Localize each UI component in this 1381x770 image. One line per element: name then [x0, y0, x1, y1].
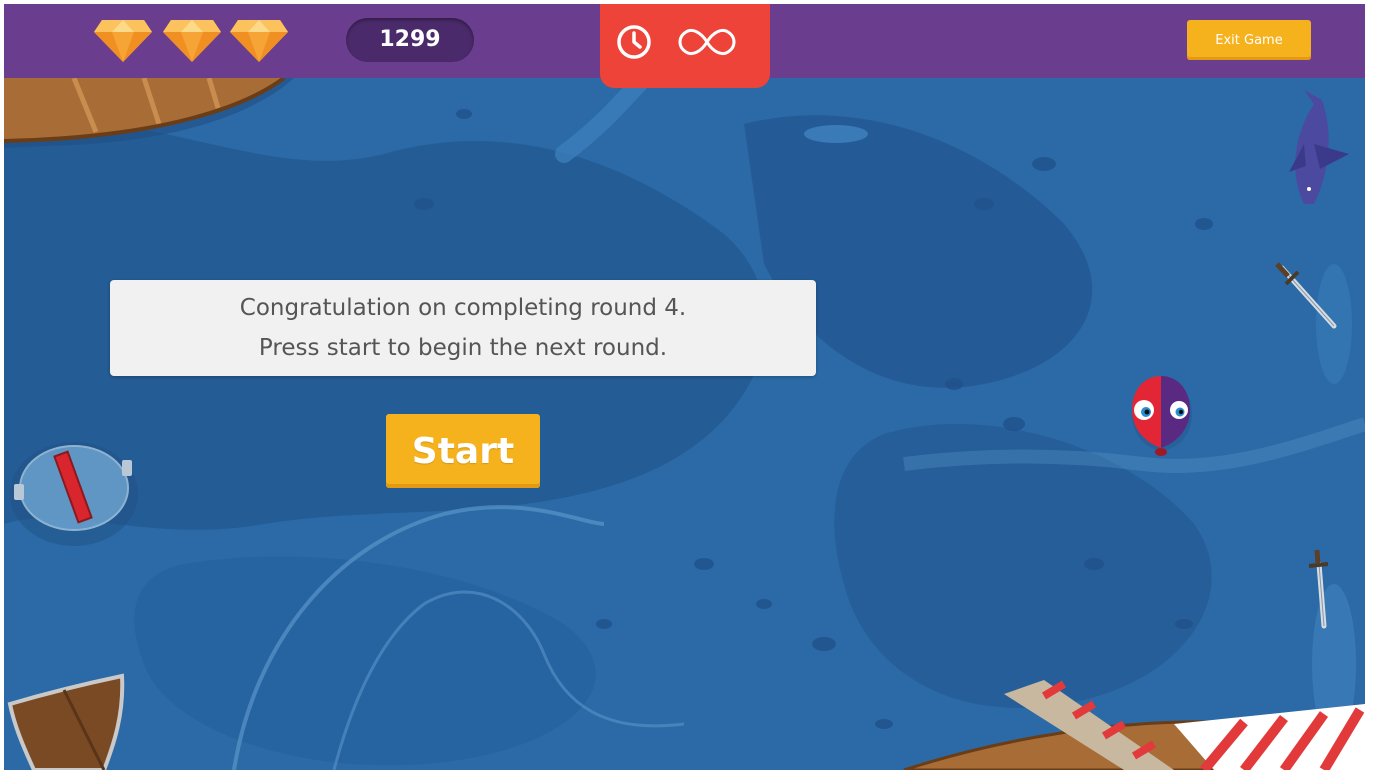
top-bar: 1299 Exit Game: [4, 4, 1365, 88]
start-button[interactable]: Start: [386, 414, 540, 488]
clock-icon: [617, 25, 651, 59]
message-line-1: Congratulation on completing round 4.: [239, 295, 687, 321]
gem-icon: [163, 20, 221, 62]
gem-icon: [94, 20, 152, 62]
score-display: 1299: [346, 18, 474, 62]
game-stage: 1299 Exit Game Congratulation on complet…: [4, 4, 1365, 770]
message-line-2: Press start to begin the next round.: [258, 335, 668, 361]
player-character-icon: [1132, 376, 1192, 456]
exit-game-button[interactable]: Exit Game: [1187, 20, 1311, 60]
pressure-plate-icon: [10, 442, 138, 546]
timer-tab: [600, 4, 770, 88]
infinity-icon: [678, 28, 736, 56]
gem-icon: [230, 20, 288, 62]
round-complete-message: Congratulation on completing round 4. Pr…: [110, 280, 816, 376]
